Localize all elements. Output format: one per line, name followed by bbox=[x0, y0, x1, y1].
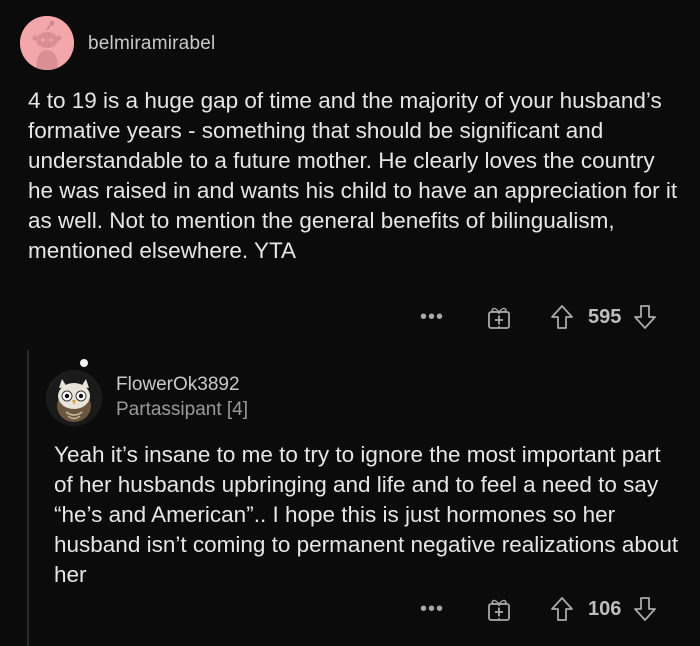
comment-actions: ••• 595 bbox=[418, 302, 659, 332]
avatar[interactable] bbox=[20, 16, 74, 70]
owl-avatar-icon bbox=[48, 374, 100, 426]
arrow-down-icon[interactable] bbox=[631, 594, 659, 624]
arrow-down-icon[interactable] bbox=[631, 302, 659, 332]
arrow-up-icon[interactable] bbox=[548, 302, 576, 332]
arrow-up-icon[interactable] bbox=[548, 594, 576, 624]
gift-award-icon[interactable] bbox=[484, 302, 514, 332]
vote-score: 595 bbox=[588, 305, 622, 328]
vote-score: 106 bbox=[588, 597, 622, 620]
more-dots-icon[interactable]: ••• bbox=[418, 598, 446, 621]
comment-thread: belmiramirabel 4 to 19 is a huge gap of … bbox=[0, 0, 700, 646]
thread-line[interactable] bbox=[27, 350, 29, 646]
comment-author[interactable]: belmiramirabel bbox=[88, 33, 215, 55]
more-dots-icon[interactable]: ••• bbox=[418, 306, 446, 329]
user-flair: Partassipant [4] bbox=[116, 399, 249, 420]
comment-body: 4 to 19 is a huge gap of time and the ma… bbox=[28, 88, 678, 263]
reply-actions: ••• 106 bbox=[418, 594, 659, 624]
reply-author[interactable]: FlowerOk3892 bbox=[116, 374, 240, 396]
snoo-avatar-icon bbox=[20, 16, 74, 70]
avatar[interactable] bbox=[46, 370, 102, 426]
reply-body: Yeah it’s insane to me to try to ignore … bbox=[54, 442, 679, 587]
gift-award-icon[interactable] bbox=[484, 594, 514, 624]
online-dot-icon bbox=[80, 359, 88, 367]
